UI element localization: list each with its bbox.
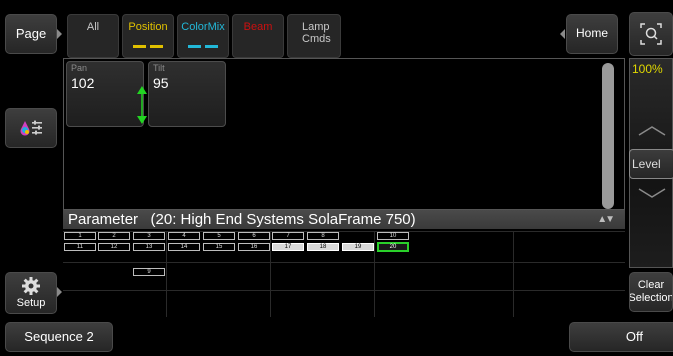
fixture-number: 8 (321, 233, 325, 239)
grid-line (166, 231, 167, 317)
level-handle[interactable]: Level (629, 149, 673, 179)
fixture-cell-selected[interactable]: 19 (342, 243, 374, 251)
fixture-number: 9 (147, 269, 151, 275)
fixture-cell[interactable]: 14 (168, 243, 200, 251)
fixture-number: 6 (252, 233, 256, 239)
fixture-cell-selected[interactable]: 18 (307, 243, 339, 251)
fixture-number: 19 (354, 244, 362, 250)
tab-beam-label: Beam (243, 21, 273, 33)
setup-button[interactable]: Setup (5, 272, 57, 314)
fixture-number: 3 (147, 233, 151, 239)
fixture-cell[interactable]: 6 (238, 232, 270, 240)
level-label: Level (632, 157, 661, 171)
fixture-cell[interactable]: 1 (64, 232, 96, 240)
fixture-cell[interactable]: 3 (133, 232, 165, 240)
fixture-number: 20 (389, 244, 397, 250)
level-fader[interactable]: 100% Level (629, 58, 673, 268)
home-label: Home (575, 26, 608, 41)
tilt-value: 95 (153, 75, 169, 91)
fader-percent: 100% (632, 62, 663, 76)
chevron-up-icon (638, 126, 666, 136)
tab-beam[interactable]: Beam (232, 14, 284, 58)
encoder-panel: Pan 102 Tilt 95 (63, 58, 625, 210)
tab-all[interactable]: All (67, 14, 119, 58)
home-button[interactable]: Home (566, 14, 618, 54)
fixture-number: 16 (250, 244, 258, 250)
fixture-number: 10 (389, 233, 397, 239)
tab-colormix[interactable]: ColorMix (177, 14, 229, 58)
fixture-cell[interactable]: 12 (98, 243, 130, 251)
fixture-number: 14 (180, 244, 188, 250)
grid-line (513, 231, 514, 317)
tab-colormix-label: ColorMix (181, 21, 225, 33)
sequence-button[interactable]: Sequence 2 (5, 322, 113, 352)
clear-selection-button[interactable]: Clear Selection (629, 272, 673, 312)
fixture-cell[interactable]: 5 (203, 232, 235, 240)
setup-arrow-icon (57, 287, 62, 297)
tab-position-label: Position (128, 21, 168, 33)
page-arrow-icon (57, 29, 62, 39)
fixture-cell[interactable]: 7 (272, 232, 304, 240)
fixture-search-button[interactable] (629, 12, 673, 56)
tab-position[interactable]: Position (122, 14, 174, 58)
fixture-number: 11 (76, 244, 84, 250)
fixture-cell[interactable]: 13 (133, 243, 165, 251)
color-palette-icon (20, 120, 42, 136)
fixture-number: 2 (112, 233, 116, 239)
clear-selection-label: Clear Selection (629, 279, 673, 304)
chevron-down-icon (638, 188, 666, 198)
fixture-cell[interactable]: 11 (64, 243, 96, 251)
tab-all-label: All (86, 21, 100, 33)
fixture-cell[interactable]: 2 (98, 232, 130, 240)
fixture-cell[interactable]: 9 (133, 268, 165, 276)
setup-label: Setup (16, 297, 46, 310)
off-label: Off (625, 328, 643, 344)
off-button[interactable]: Off (569, 322, 673, 352)
pan-encoder[interactable]: Pan 102 (66, 61, 147, 127)
color-picker-button[interactable] (5, 108, 57, 148)
pan-value: 102 (71, 75, 95, 91)
grid-line (374, 231, 375, 317)
fixture-cell[interactable]: 10 (377, 232, 409, 240)
fixture-number: 18 (319, 244, 327, 250)
fixture-number: 7 (286, 233, 290, 239)
page-button[interactable]: Page (5, 14, 57, 54)
fixture-cell-selected[interactable]: 17 (272, 243, 304, 251)
parameter-title: Parameter (20: High End Systems SolaFram… (68, 211, 416, 228)
pan-label: Pan (71, 63, 88, 73)
position-indicator (133, 45, 163, 48)
fixture-search-icon (640, 23, 662, 45)
sequence-label: Sequence 2 (24, 328, 94, 344)
fixture-number: 4 (182, 233, 186, 239)
fixture-cell[interactable]: 4 (168, 232, 200, 240)
fixture-cell[interactable]: 15 (203, 243, 235, 251)
home-arrow-icon (560, 29, 565, 39)
grid-line (270, 231, 271, 317)
encoder-scrollbar[interactable] (602, 63, 614, 209)
colormix-indicator (188, 45, 218, 48)
fixture-number: 15 (215, 244, 223, 250)
gear-icon (22, 277, 40, 296)
tilt-label: Tilt (153, 63, 165, 73)
tab-lamp-cmds[interactable]: Lamp Cmds (287, 14, 341, 58)
fixture-number: 13 (145, 244, 153, 250)
tilt-encoder[interactable]: Tilt 95 (148, 61, 226, 127)
fixture-cell-active[interactable]: 20 (377, 242, 409, 252)
vertical-arrow-icon (137, 86, 147, 124)
fixture-number: 12 (110, 244, 118, 250)
page-label: Page (15, 25, 47, 41)
fixture-number: 5 (217, 233, 221, 239)
fixture-cell[interactable]: 8 (307, 232, 339, 240)
fixture-number: 17 (284, 244, 292, 250)
tab-lamp-cmds-label: Lamp Cmds (302, 21, 331, 45)
fixture-number: 1 (78, 233, 82, 239)
parameter-bar: Parameter (20: High End Systems SolaFram… (63, 210, 625, 229)
grid-line (63, 290, 625, 291)
sort-arrows-icon[interactable]: ▲▼ (597, 210, 615, 229)
grid-line (63, 262, 625, 263)
fixture-cell[interactable]: 16 (238, 243, 270, 251)
